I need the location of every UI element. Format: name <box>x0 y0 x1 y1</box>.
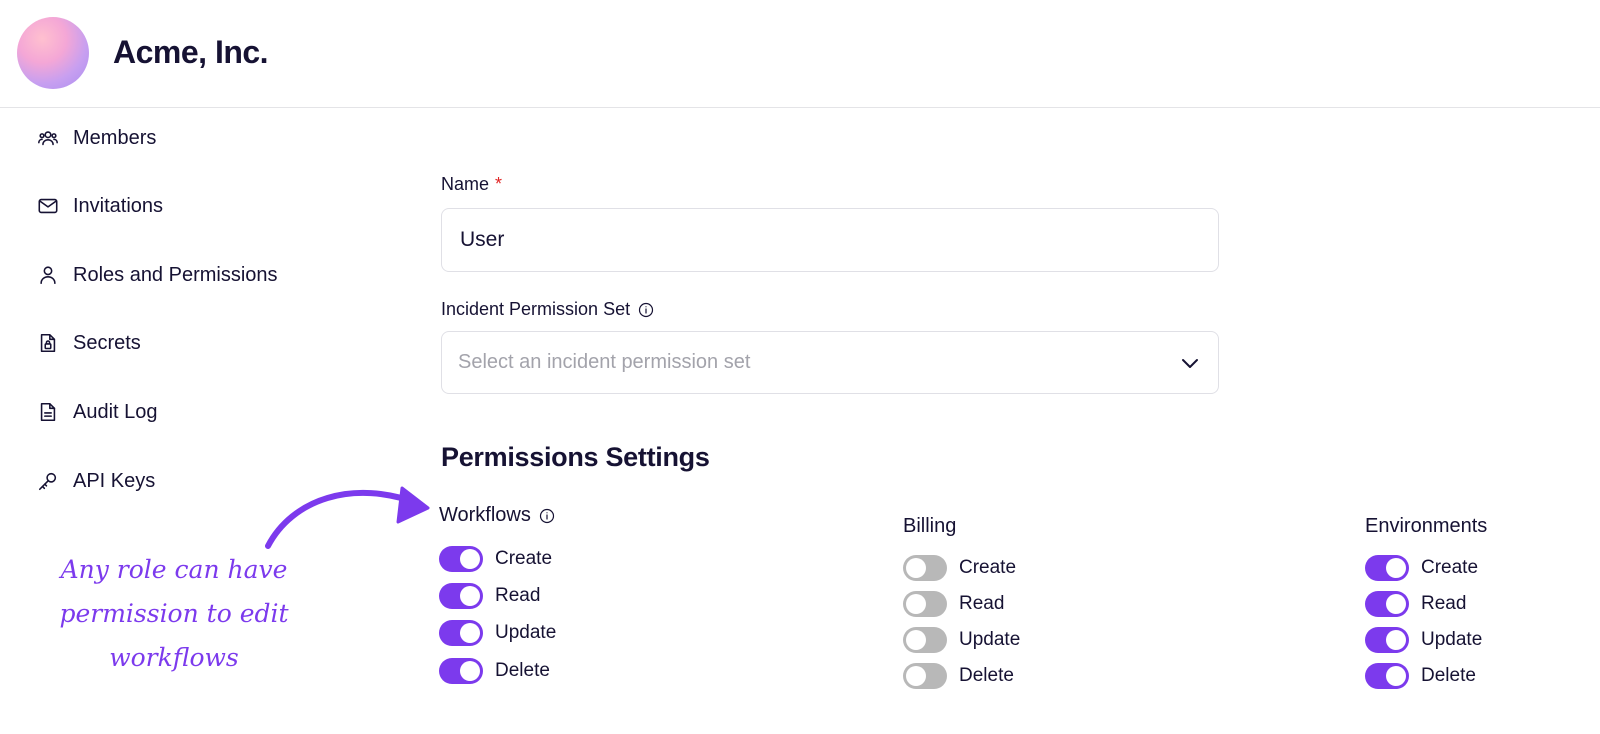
toggle-label: Delete <box>495 660 550 681</box>
document-icon <box>36 400 60 424</box>
toggle-row-environments-read: Read <box>1365 590 1466 618</box>
chevron-down-icon <box>1178 351 1202 375</box>
toggle-switch[interactable] <box>439 620 483 646</box>
sidebar-item-label: Invitations <box>73 194 164 217</box>
lock-file-icon <box>36 331 60 355</box>
annotation-line: workflows <box>109 643 239 672</box>
group-title-environments: Environments <box>1365 515 1488 537</box>
toggle-label: Read <box>1421 593 1467 614</box>
toggle-label: Update <box>495 622 557 643</box>
envelope-icon <box>36 194 60 218</box>
toggle-switch[interactable] <box>1365 591 1409 617</box>
required-mark: * <box>495 174 503 194</box>
annotation-line: Any role can have <box>60 555 288 584</box>
sidebar-item-label: Roles and Permissions <box>73 263 278 286</box>
handwritten-annotation: Any role can have permission to edit wor… <box>44 548 304 680</box>
toggle-row-billing-read: Read <box>903 590 1004 618</box>
toggle-row-billing-create: Create <box>903 554 1016 582</box>
toggle-row-workflows-read: Read <box>439 582 540 610</box>
sidebar-item-invitations[interactable]: Invitations <box>36 188 163 224</box>
toggle-row-workflows-delete: Delete <box>439 657 550 685</box>
toggle-label: Delete <box>1421 665 1476 686</box>
toggle-switch[interactable] <box>439 546 483 572</box>
toggle-switch[interactable] <box>439 658 483 684</box>
toggle-switch[interactable] <box>903 555 947 581</box>
toggle-switch[interactable] <box>903 627 947 653</box>
group-title-workflows: Workflows <box>439 504 555 527</box>
sidebar-item-members[interactable]: Members <box>36 120 156 156</box>
sidebar-item-secrets[interactable]: Secrets <box>36 325 141 361</box>
toggle-label: Update <box>1421 629 1483 650</box>
incident-permission-set-label: Incident Permission Set <box>441 299 654 320</box>
sidebar-item-audit-log[interactable]: Audit Log <box>36 394 158 430</box>
toggle-row-billing-update: Update <box>903 626 1020 654</box>
key-icon <box>36 469 60 493</box>
toggle-row-environments-create: Create <box>1365 554 1478 582</box>
sidebar-item-label: Secrets <box>73 331 141 354</box>
incident-permission-set-select[interactable]: Select an incident permission set <box>441 331 1219 394</box>
toggle-label: Read <box>959 593 1005 614</box>
toggle-label: Delete <box>959 665 1014 686</box>
permissions-settings-title: Permissions Settings <box>441 442 710 472</box>
toggle-switch[interactable] <box>439 583 483 609</box>
annotation-line: permission to edit <box>59 599 289 628</box>
toggle-label: Create <box>1421 557 1479 578</box>
toggle-row-environments-update: Update <box>1365 626 1482 654</box>
info-icon[interactable] <box>638 302 654 318</box>
annotation-arrow-icon <box>265 486 430 549</box>
toggle-label: Create <box>495 548 553 569</box>
org-name: Acme, Inc. <box>113 34 269 70</box>
toggle-row-workflows-update: Update <box>439 619 556 647</box>
sidebar-item-label: Audit Log <box>73 400 158 423</box>
name-input[interactable] <box>441 208 1219 272</box>
toggle-switch[interactable] <box>903 663 947 689</box>
toggle-row-workflows-create: Create <box>439 545 552 573</box>
toggle-label: Update <box>959 629 1021 650</box>
sidebar-item-roles-and-permissions[interactable]: Roles and Permissions <box>36 257 278 293</box>
toggle-label: Create <box>959 557 1017 578</box>
info-icon[interactable] <box>539 508 555 524</box>
toggle-switch[interactable] <box>903 591 947 617</box>
group-title-billing: Billing <box>903 515 957 537</box>
toggle-switch[interactable] <box>1365 663 1409 689</box>
group-title-text: Workflows <box>439 504 531 526</box>
incident-label-text: Incident Permission Set <box>441 299 631 319</box>
sidebar-item-label: API Keys <box>73 469 156 492</box>
toggle-switch[interactable] <box>1365 555 1409 581</box>
members-icon <box>36 126 60 150</box>
select-placeholder: Select an incident permission set <box>458 351 751 373</box>
sidebar-item-label: Members <box>73 126 157 149</box>
person-icon <box>36 263 60 287</box>
sidebar-item-api-keys[interactable]: API Keys <box>36 463 155 499</box>
toggle-switch[interactable] <box>1365 627 1409 653</box>
app-header: Acme, Inc. <box>0 0 1600 108</box>
name-label-text: Name <box>441 174 490 194</box>
name-field-label: Name * <box>441 174 502 195</box>
toggle-label: Read <box>495 585 541 606</box>
org-avatar[interactable] <box>17 17 89 89</box>
toggle-row-environments-delete: Delete <box>1365 662 1476 690</box>
toggle-row-billing-delete: Delete <box>903 662 1014 690</box>
